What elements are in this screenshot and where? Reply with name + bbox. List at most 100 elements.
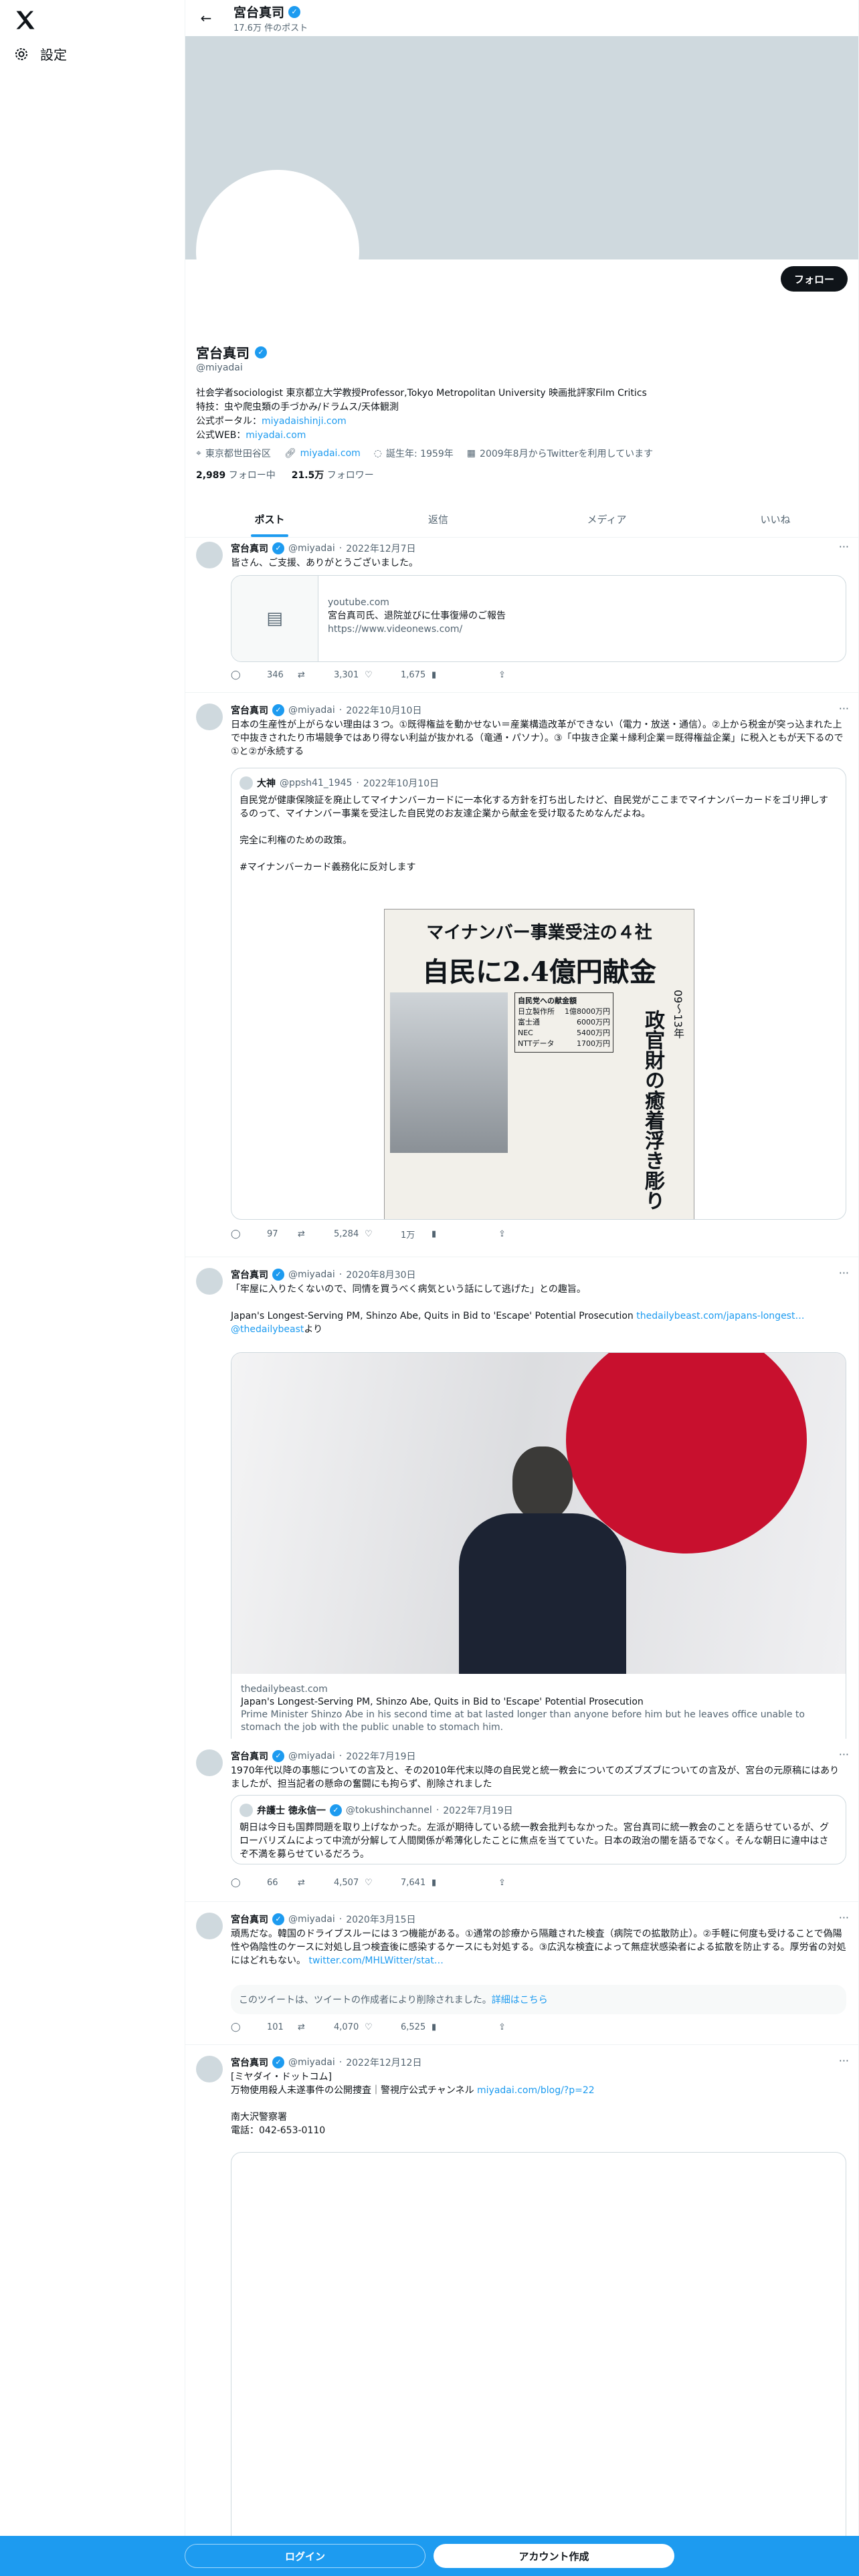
website-link[interactable]: miyadai.com — [300, 448, 361, 459]
quote-text: 朝日は今日も国葬問題を取り上げなかった。左派が期待している統一教会批判もなかった… — [240, 1822, 830, 1860]
tweet-author[interactable]: 宮台真司 — [231, 1913, 268, 1926]
heart-icon: ♡ — [365, 1878, 373, 1888]
newspaper-clipping-image[interactable]: マイナンバー事業受注の４社 自民に2.4億円献金 自民党への献金額 日立製作所 1… — [384, 909, 694, 1219]
gear-icon — [15, 47, 27, 60]
reply-button[interactable]: ◯ 97 — [231, 1228, 298, 1241]
tweet-text: 頑馬だな。韓国のドライブスルーには３つ機能がある。①通常の診療から隔離された検査… — [231, 1929, 846, 1966]
back-arrow-icon[interactable]: ← — [196, 10, 216, 26]
tweet[interactable]: 宮台真司 ✓ @miyadai · 2020年3月15日 ··· 頑馬だな。韓国のドライ… — [185, 1902, 858, 2045]
reply-button[interactable]: ◯ 346 — [231, 670, 298, 680]
tweet-actions: ◯ 346 ⇄ 3,301 ♡ 1,675 ▮ ⇪ — [231, 670, 565, 680]
retweet-button[interactable]: ⇄ 4,507 — [298, 1878, 365, 1888]
avatar[interactable] — [196, 2056, 223, 2082]
tweet-date[interactable]: 2022年12月7日 — [346, 542, 415, 555]
blog-link[interactable]: miyadai.com/blog/?p=22 — [477, 2085, 595, 2096]
link-card[interactable]: ▤ youtube.com 宮台真司氏、退院並びに仕事復帰のご報告 https:… — [231, 575, 846, 662]
x-logo-icon[interactable] — [13, 8, 37, 32]
tweet-actions: ◯ 66 ⇄ 4,507 ♡ 7,641 ▮ ⇪ — [231, 1878, 565, 1888]
more-icon[interactable]: ··· — [839, 540, 849, 553]
profile-banner[interactable] — [185, 36, 858, 333]
tweet-author[interactable]: 宮台真司 — [231, 1749, 268, 1763]
views-button[interactable]: ▮ — [432, 1228, 498, 1241]
tweet-date[interactable]: 2022年12月12日 — [346, 2056, 421, 2069]
following-link[interactable]: 2,989 フォロー中 — [196, 468, 276, 481]
portal-link[interactable]: miyadaishinji.com — [262, 416, 347, 427]
share-button[interactable]: ⇪ — [498, 2022, 565, 2032]
like-button[interactable]: ♡ 6,525 — [365, 2022, 432, 2032]
tweet-handle[interactable]: @miyadai — [288, 543, 335, 554]
like-button[interactable]: ♡ 1万 — [365, 1228, 432, 1241]
retweet-button[interactable]: ⇄ 5,284 — [298, 1228, 365, 1241]
tweet[interactable]: 宮台真司 ✓ @miyadai · 2022年7月19日 ··· 1970年代以降の事態… — [185, 1739, 858, 1902]
login-button[interactable]: ログイン — [185, 2544, 425, 2568]
tweet-date[interactable]: 2022年10月10日 — [346, 704, 421, 717]
nav-settings[interactable]: 設定 — [13, 44, 67, 64]
views-button[interactable]: ▮ — [432, 2022, 498, 2032]
quote-handle: @ppsh41_1945 — [280, 778, 353, 788]
tweet-handle[interactable]: @miyadai — [288, 1269, 335, 1280]
verified-icon[interactable]: ✓ — [255, 346, 267, 358]
tweet-handle[interactable]: @miyadai — [288, 705, 335, 716]
tweet[interactable]: 宮台真司 ✓ @miyadai · 2022年12月12日 ··· [ミヤダイ・ドットコ… — [185, 2045, 858, 2576]
tweet-link[interactable]: twitter.com/MHLWitter/stat… — [308, 1955, 443, 1966]
quoted-tweet[interactable]: 大神 @ppsh41_1945 · 2022年10月10日 自民党が健康保険証を廃止し… — [231, 768, 846, 1220]
video-embed[interactable] — [231, 2152, 846, 2576]
heart-icon: ♡ — [365, 2022, 373, 2032]
tweet[interactable]: 宮台真司 ✓ @miyadai · 2020年8月30日 ··· 「牢屋に入りたくないの… — [185, 1257, 858, 1753]
birthday: 誕生年: 1959年 — [386, 449, 454, 459]
more-icon[interactable]: ··· — [839, 2054, 849, 2067]
card-title: 宮台真司氏、退院並びに仕事復帰のご報告 — [328, 611, 506, 621]
share-button[interactable]: ⇪ — [498, 670, 565, 680]
tweet-date[interactable]: 2020年3月15日 — [346, 1913, 415, 1926]
quoted-tweet[interactable]: 弁護士 徳永信一 ✓ @tokushinchannel · 2022年7月19日 朝日は… — [231, 1795, 846, 1864]
avatar[interactable] — [196, 1268, 223, 1295]
more-icon[interactable]: ··· — [839, 1911, 849, 1924]
views-button[interactable]: ▮ — [432, 670, 498, 680]
profile-meta: ⌖ 東京都世田谷区 🔗︎ miyadai.com ◌ 誕生年: 1959年 ▦ 2009… — [196, 447, 653, 460]
avatar[interactable] — [196, 542, 223, 568]
views-button[interactable]: ▮ — [432, 1878, 498, 1888]
share-button[interactable]: ⇪ — [498, 1228, 565, 1241]
share-button[interactable]: ⇪ — [498, 1878, 565, 1888]
retweet-button[interactable]: ⇄ 3,301 — [298, 670, 365, 680]
link-icon: 🔗︎ — [284, 448, 296, 459]
avatar[interactable] — [196, 1749, 223, 1776]
learn-more-link[interactable]: 詳細はこちら — [492, 1995, 548, 2006]
reply-button[interactable]: ◯ 101 — [231, 2022, 298, 2032]
tweet-handle[interactable]: @miyadai — [288, 1914, 335, 1925]
tweet-author[interactable]: 宮台真司 — [231, 542, 268, 555]
heart-icon: ♡ — [365, 670, 373, 680]
link-card[interactable]: thedailybeast.com Japan's Longest-Servin… — [231, 1352, 846, 1753]
verified-icon: ✓ — [272, 704, 284, 716]
tweet-text: 「牢屋に入りたくないので、同情を買うべく病気という話にして逃げた」との趣旨。 Ja… — [231, 1284, 805, 1335]
tweet-handle[interactable]: @miyadai — [288, 1751, 335, 1761]
avatar[interactable] — [196, 1913, 223, 1939]
tweet-date[interactable]: 2022年7月19日 — [346, 1749, 415, 1763]
card-description: Prime Minister Shinzo Abe in his second … — [241, 1709, 805, 1733]
tweet-handle[interactable]: @miyadai — [288, 2057, 335, 2068]
mention-link[interactable]: @thedailybeast — [231, 1324, 304, 1335]
more-icon[interactable]: ··· — [839, 1748, 849, 1761]
web-link[interactable]: miyadai.com — [246, 430, 306, 441]
share-icon: ⇪ — [498, 1878, 506, 1888]
like-button[interactable]: ♡ 1,675 — [365, 670, 432, 680]
signup-button[interactable]: アカウント作成 — [434, 2544, 674, 2568]
reply-button[interactable]: ◯ 66 — [231, 1878, 298, 1888]
tweet[interactable]: 宮台真司 ✓ @miyadai · 2022年10月10日 ··· 日本の生産性が上がら… — [185, 693, 858, 1257]
bio-line: 社会学者sociologist 東京都立大学教授Professor,Tokyo … — [196, 388, 647, 399]
followers-link[interactable]: 21.5万 フォロワー — [292, 468, 374, 481]
tweet[interactable]: 宮台真司 ✓ @miyadai · 2022年12月7日 ··· 皆さん、ご支援、ありが… — [185, 531, 858, 693]
profile-bio: 社会学者sociologist 東京都立大学教授Professor,Tokyo … — [196, 387, 812, 443]
more-icon[interactable]: ··· — [839, 1267, 849, 1279]
reply-icon: ◯ — [231, 1878, 241, 1888]
more-icon[interactable]: ··· — [839, 702, 849, 715]
article-link[interactable]: thedailybeast.com/japans-longest… — [636, 1311, 804, 1321]
tweet-date[interactable]: 2020年8月30日 — [346, 1268, 415, 1281]
follow-button[interactable]: フォロー — [780, 266, 848, 292]
tweet-author[interactable]: 宮台真司 — [231, 1268, 268, 1281]
like-button[interactable]: ♡ 7,641 — [365, 1878, 432, 1888]
tweet-author[interactable]: 宮台真司 — [231, 2056, 268, 2069]
avatar[interactable] — [196, 704, 223, 730]
retweet-button[interactable]: ⇄ 4,070 — [298, 2022, 365, 2032]
tweet-author[interactable]: 宮台真司 — [231, 704, 268, 717]
